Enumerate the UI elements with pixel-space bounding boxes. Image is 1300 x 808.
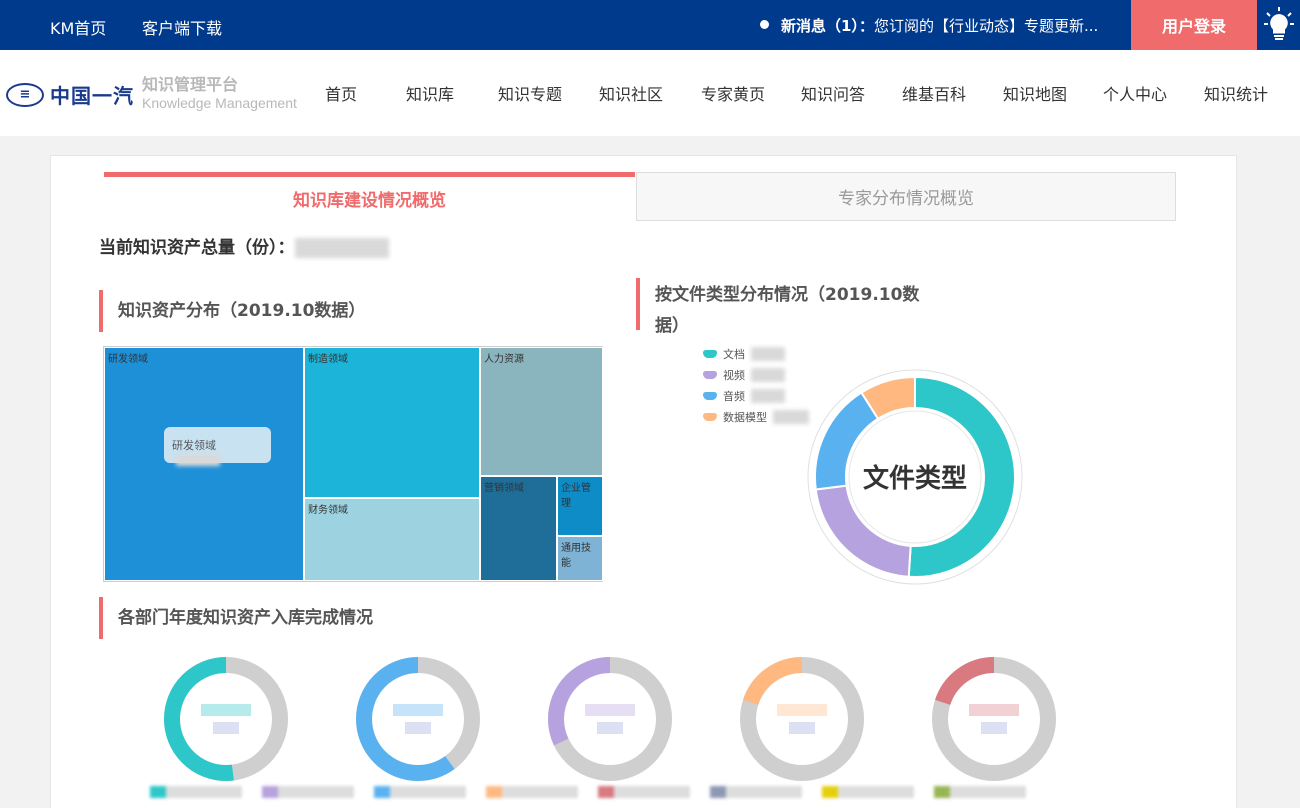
dept-ring-name-redacted <box>969 704 1019 716</box>
dept-ring[interactable] <box>161 654 291 784</box>
treemap-cell[interactable]: 营销领域 <box>480 476 557 581</box>
dept-section-title: 各部门年度知识资产入库完成情况 <box>99 597 373 639</box>
filetype-section-title: 按文件类型分布情况（2019.10数 据） <box>636 278 956 336</box>
dept-ring[interactable] <box>353 654 483 784</box>
menu-item-wiki[interactable]: 维基百科 <box>902 81 966 105</box>
dept-ring[interactable] <box>545 654 675 784</box>
legend-swatch <box>703 350 717 358</box>
dept-legend-item[interactable] <box>374 786 466 798</box>
donut-center-label: 文件类型 <box>863 463 967 494</box>
total-assets-label: 当前知识资产总量（份）： <box>99 238 295 258</box>
treemap-cell-label: 通用技能 <box>561 543 591 569</box>
legend-swatch <box>703 413 717 421</box>
treemap-cell-label: 营销领域 <box>484 483 524 494</box>
treemap-tooltip: 研发领域 <box>164 427 271 466</box>
brand-name: 中国一汽 <box>50 84 134 108</box>
treemap-cell-label: 研发领域 <box>108 354 148 365</box>
dept-ring[interactable] <box>737 654 867 784</box>
km-home-link[interactable]: KM首页 <box>50 15 106 39</box>
platform-title-en: Knowledge Management <box>142 95 297 111</box>
lightbulb-icon[interactable] <box>1257 0 1300 50</box>
dept-ring-name-redacted <box>777 704 827 716</box>
dept-ring-value-redacted <box>405 722 431 734</box>
treemap-cell-label: 人力资源 <box>484 354 524 365</box>
dept-legend-item[interactable] <box>150 786 242 798</box>
legend-value-redacted <box>751 347 785 361</box>
dept-legend-item[interactable] <box>710 786 802 798</box>
main-header: ≡ 中国一汽 知识管理平台 Knowledge Management 首页 知识… <box>0 50 1300 136</box>
dept-legend-item[interactable] <box>934 786 1026 798</box>
treemap-cell[interactable]: 财务领域 <box>304 498 480 581</box>
menu-item-personal[interactable]: 个人中心 <box>1103 81 1167 105</box>
dept-legend-item[interactable] <box>262 786 354 798</box>
dept-ring-value-redacted <box>213 722 239 734</box>
menu-item-qa[interactable]: 知识问答 <box>801 81 865 105</box>
legend-value-redacted <box>773 410 809 424</box>
dept-legend-redacted <box>150 786 1070 800</box>
legend-swatch <box>703 371 717 379</box>
dept-ring-value-redacted <box>597 722 623 734</box>
legend-label: 数据模型 <box>723 411 767 424</box>
legend-label: 文档 <box>723 348 745 361</box>
filetype-title-line1: 按文件类型分布情况（2019.10数 <box>655 285 920 305</box>
faw-emblem-icon: ≡ <box>6 82 44 107</box>
platform-title: 知识管理平台 Knowledge Management <box>142 75 297 111</box>
tab-expert-overview[interactable]: 专家分布情况概览 <box>636 172 1176 221</box>
login-button[interactable]: 用户登录 <box>1131 0 1257 50</box>
menu-item-statistics[interactable]: 知识统计 <box>1204 81 1268 105</box>
menu-item-home[interactable]: 首页 <box>325 81 357 105</box>
dept-legend-item[interactable] <box>822 786 914 798</box>
menu-item-map[interactable]: 知识地图 <box>1003 81 1067 105</box>
legend-item[interactable]: 视频 <box>703 367 785 383</box>
dept-legend-item[interactable] <box>598 786 690 798</box>
legend-value-redacted <box>751 389 785 403</box>
dept-ring[interactable] <box>929 654 1059 784</box>
tooltip-value-redacted <box>176 454 220 466</box>
menu-item-topics[interactable]: 知识专题 <box>498 81 562 105</box>
dept-ring-value-redacted <box>981 722 1007 734</box>
dept-legend-item[interactable] <box>486 786 578 798</box>
menu-item-knowledge-base[interactable]: 知识库 <box>406 81 454 105</box>
legend-value-redacted <box>751 368 785 382</box>
tab-knowledge-overview[interactable]: 知识库建设情况概览 <box>104 172 635 220</box>
treemap-cell[interactable]: 企业管理 <box>557 476 603 536</box>
menu-item-experts[interactable]: 专家黄页 <box>701 81 765 105</box>
treemap-cell[interactable]: 人力资源 <box>480 347 603 476</box>
dept-ring-name-redacted <box>201 704 251 716</box>
legend-swatch <box>703 392 717 400</box>
dept-ring-value-redacted <box>789 722 815 734</box>
treemap-cell-label: 财务领域 <box>308 505 348 516</box>
treemap-section-title: 知识资产分布（2019.10数据） <box>99 290 365 332</box>
legend-item[interactable]: 文档 <box>703 346 785 362</box>
filetype-donut-chart: 文件类型 <box>807 369 1023 585</box>
asset-treemap: 研发领域 制造领域 人力资源 财务领域 营销领域 企业管理 通用技能 研发领域 <box>103 346 603 582</box>
top-bar: KM首页 客户端下载 新消息（1）：您订阅的【行业动态】专题更新... <box>0 0 1300 50</box>
treemap-cell[interactable]: 制造领域 <box>304 347 480 498</box>
treemap-cell-label: 企业管理 <box>561 483 591 509</box>
faw-logo[interactable]: ≡ 中国一汽 <box>6 80 134 109</box>
tooltip-label: 研发领域 <box>172 439 216 452</box>
menu-item-community[interactable]: 知识社区 <box>599 81 663 105</box>
dept-ring-name-redacted <box>393 704 443 716</box>
treemap-cell[interactable]: 通用技能 <box>557 536 603 581</box>
filetype-title-line2: 据） <box>655 316 689 336</box>
legend-item[interactable]: 音频 <box>703 388 785 404</box>
platform-title-cn: 知识管理平台 <box>142 75 239 94</box>
total-assets-value-redacted <box>294 238 389 258</box>
news-text: 您订阅的【行业动态】专题更新... <box>873 17 1099 35</box>
total-assets: 当前知识资产总量（份）： <box>99 233 389 258</box>
dept-ring-name-redacted <box>585 704 635 716</box>
client-download-link[interactable]: 客户端下载 <box>142 15 222 39</box>
legend-label: 视频 <box>723 369 745 382</box>
legend-item[interactable]: 数据模型 <box>703 409 809 425</box>
news-dot-icon <box>760 20 769 29</box>
legend-label: 音频 <box>723 390 745 403</box>
treemap-cell-label: 制造领域 <box>308 354 348 365</box>
news-ticker[interactable]: 新消息（1）：您订阅的【行业动态】专题更新... <box>760 15 1130 36</box>
news-label: 新消息（1）： <box>781 17 874 35</box>
